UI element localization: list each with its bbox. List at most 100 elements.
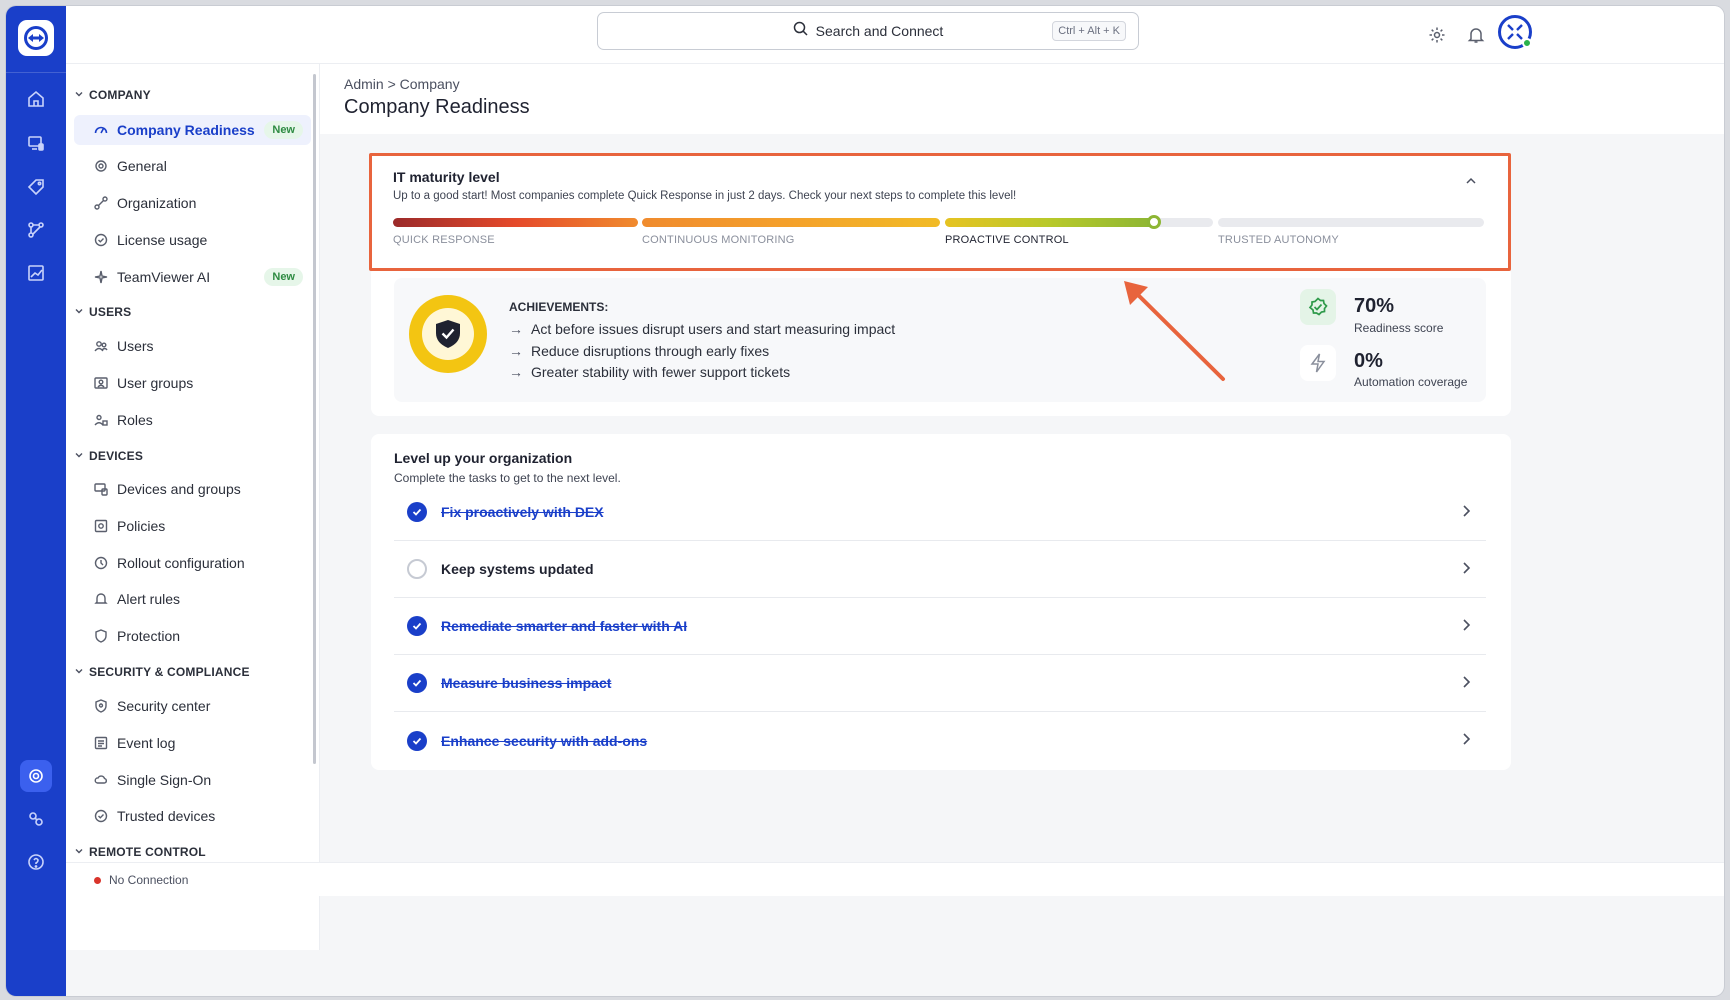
sidebar-item-license-usage[interactable]: License usage: [74, 225, 311, 255]
user-avatar[interactable]: [1498, 15, 1532, 49]
breadcrumb-admin[interactable]: Admin: [344, 76, 384, 92]
level-up-subtitle: Complete the tasks to get to the next le…: [394, 471, 621, 485]
stage-label-quick-response: QUICK RESPONSE: [393, 234, 495, 246]
task-row[interactable]: Keep systems updated: [394, 541, 1486, 598]
sidebar-item-trusted-devices[interactable]: Trusted devices: [74, 801, 311, 831]
sidebar-item-company-readiness[interactable]: Company Readiness New: [74, 115, 311, 145]
sidebar-item-devices-and-groups[interactable]: Devices and groups: [74, 474, 311, 504]
sidebar-item-general[interactable]: General: [74, 151, 311, 181]
achievement-item: → Act before issues disrupt users and sta…: [509, 321, 895, 337]
it-maturity-panel: IT maturity level Up to a good start! Mo…: [369, 153, 1511, 271]
search-icon: [793, 21, 808, 41]
check-circle-icon[interactable]: [407, 730, 427, 751]
chevron-up-icon[interactable]: [1464, 174, 1478, 193]
gauge-icon: [93, 122, 109, 138]
online-status-dot: [1522, 38, 1532, 48]
search-and-connect-input[interactable]: Search and Connect Ctrl + Alt + K: [597, 12, 1139, 50]
sidebar-item-users[interactable]: Users: [74, 331, 311, 361]
check-circle-icon[interactable]: [407, 616, 427, 636]
achievement-item: → Greater stability with fewer support ti…: [509, 364, 790, 380]
license-icon: [93, 232, 109, 248]
sidebar-item-label: Organization: [117, 195, 197, 211]
check-circle-icon[interactable]: [407, 502, 427, 522]
achievement-item: → Reduce disruptions through early fixes: [509, 343, 769, 359]
integrations-icon[interactable]: [20, 803, 52, 835]
sidebar-item-security-center[interactable]: Security center: [74, 691, 311, 721]
empty-circle-icon[interactable]: [407, 559, 427, 579]
readiness-score-value: 70%: [1354, 295, 1395, 317]
achievement-text: Reduce disruptions through early fixes: [531, 343, 770, 359]
task-label[interactable]: Fix proactively with DEX: [441, 504, 604, 520]
admin-settings-icon[interactable]: [20, 760, 52, 792]
sidebar-item-label: Users: [117, 338, 154, 354]
task-label[interactable]: Measure business impact: [441, 675, 611, 691]
sidebar-item-label: Event log: [117, 735, 176, 751]
alert-icon: [93, 591, 109, 607]
sidebar-item-label: Protection: [117, 628, 181, 644]
section-company[interactable]: COMPANY: [74, 88, 151, 102]
task-row[interactable]: Fix proactively with DEX: [394, 484, 1486, 541]
check-circle-icon[interactable]: [407, 673, 427, 693]
status-footer: No Connection: [66, 862, 1724, 896]
sidebar-item-policies[interactable]: Policies: [74, 511, 311, 541]
stage-label-continuous-monitoring: CONTINUOUS MONITORING: [642, 234, 795, 246]
lightning-icon: [1300, 345, 1336, 381]
analytics-icon[interactable]: [20, 257, 52, 289]
home-icon[interactable]: [20, 83, 52, 115]
chevron-right-icon[interactable]: [1460, 618, 1472, 637]
tag-icon[interactable]: [20, 171, 52, 203]
task-label[interactable]: Enhance security with add-ons: [441, 733, 647, 749]
top-bar: Search and Connect Ctrl + Alt + K: [66, 6, 1724, 64]
chevron-down-icon: [74, 305, 84, 319]
admin-sidebar: COMPANY Company Readiness New General Or…: [66, 64, 320, 950]
sidebar-item-rollout-configuration[interactable]: Rollout configuration: [74, 548, 311, 578]
sidebar-item-label: License usage: [117, 232, 208, 248]
breadcrumb-company[interactable]: Company: [400, 76, 460, 92]
section-users[interactable]: USERS: [74, 305, 131, 319]
teamviewer-logo[interactable]: [18, 20, 54, 56]
sidebar-item-alert-rules[interactable]: Alert rules: [74, 584, 311, 614]
roles-icon: [93, 412, 109, 428]
sidebar-item-organization[interactable]: Organization: [74, 188, 311, 218]
workflow-icon[interactable]: [20, 214, 52, 246]
stage-progress-fill: [945, 218, 1155, 227]
trusted-device-icon: [93, 808, 109, 824]
section-label: DEVICES: [89, 449, 144, 463]
sidebar-item-teamviewer-ai[interactable]: TeamViewer AI New: [74, 262, 311, 292]
sidebar-item-label: Single Sign-On: [117, 772, 212, 788]
sparkle-icon: [93, 269, 109, 285]
task-row[interactable]: Measure business impact: [394, 655, 1486, 712]
sidebar-item-label: General: [117, 158, 167, 174]
sidebar-scrollbar[interactable]: [313, 74, 316, 764]
chevron-right-icon[interactable]: [1460, 504, 1472, 523]
task-row[interactable]: Enhance security with add-ons: [394, 712, 1486, 769]
page-header: Admin > Company Company Readiness: [320, 64, 1724, 134]
section-devices[interactable]: DEVICES: [74, 449, 143, 463]
section-security-compliance[interactable]: SECURITY & COMPLIANCE: [74, 665, 250, 679]
task-label[interactable]: Remediate smarter and faster with AI: [441, 618, 687, 634]
sidebar-item-roles[interactable]: Roles: [74, 405, 311, 435]
bell-icon[interactable]: [1465, 24, 1487, 46]
section-remote-control[interactable]: REMOTE CONTROL: [74, 845, 206, 859]
help-icon[interactable]: [20, 846, 52, 878]
achievements-label: ACHIEVEMENTS:: [509, 300, 609, 314]
devices-icon[interactable]: [20, 127, 52, 159]
new-badge: New: [264, 268, 303, 286]
chevron-right-icon[interactable]: [1460, 732, 1472, 751]
maturity-subtitle: Up to a good start! Most companies compl…: [393, 190, 1017, 202]
task-label[interactable]: Keep systems updated: [441, 561, 594, 577]
task-row[interactable]: Remediate smarter and faster with AI: [394, 598, 1486, 655]
sidebar-item-single-sign-on[interactable]: Single Sign-On: [74, 765, 311, 795]
sidebar-item-label: Policies: [117, 518, 166, 534]
gear-icon[interactable]: [1426, 24, 1448, 46]
sidebar-item-protection[interactable]: Protection: [74, 621, 311, 651]
sidebar-item-user-groups[interactable]: User groups: [74, 368, 311, 398]
achievement-medal: [409, 295, 487, 373]
achievements-panel: ACHIEVEMENTS: → Act before issues disrupt…: [394, 278, 1486, 402]
app-window: Search and Connect Ctrl + Alt + K COMPAN…: [6, 6, 1724, 996]
section-label: REMOTE CONTROL: [89, 845, 206, 859]
stage-label-trusted-autonomy: TRUSTED AUTONOMY: [1218, 234, 1339, 246]
chevron-right-icon[interactable]: [1460, 675, 1472, 694]
chevron-right-icon[interactable]: [1460, 561, 1472, 580]
sidebar-item-event-log[interactable]: Event log: [74, 728, 311, 758]
